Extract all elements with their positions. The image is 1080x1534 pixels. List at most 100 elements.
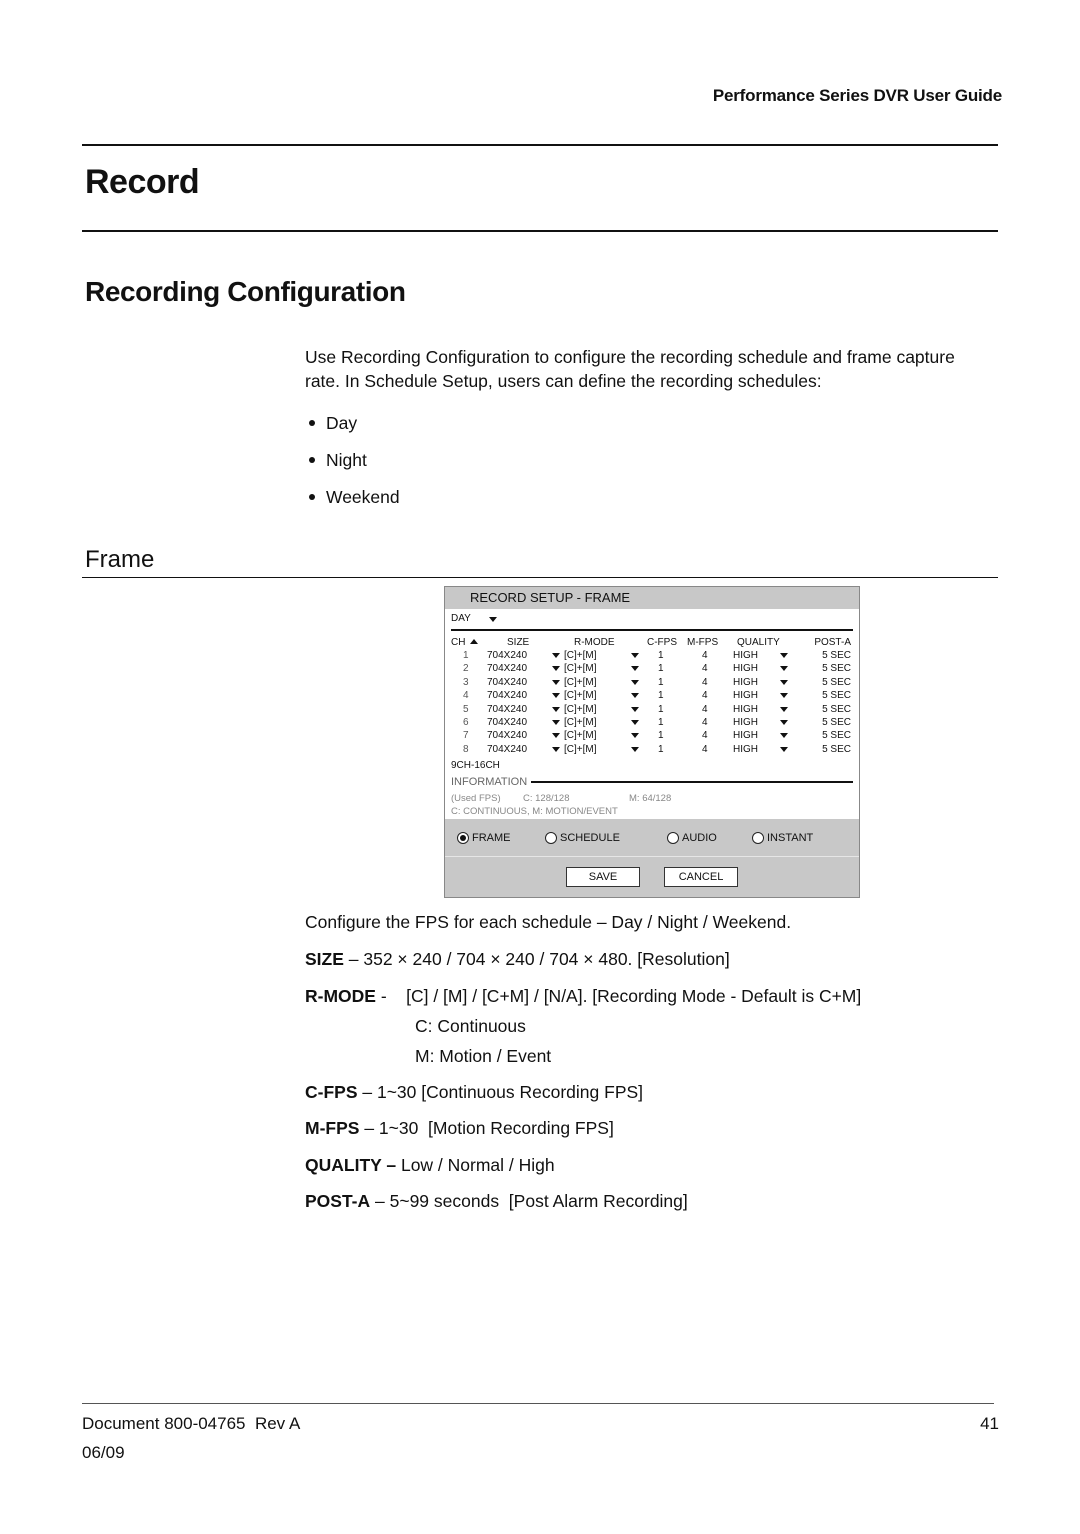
sort-up-icon[interactable] xyxy=(470,639,479,644)
size-value[interactable]: 704X240 xyxy=(487,649,527,662)
quality-dropdown-arrow-icon[interactable] xyxy=(780,720,788,725)
mfps-value[interactable]: 4 xyxy=(702,729,708,742)
tab-frame[interactable]: FRAME xyxy=(457,832,511,844)
quality-value[interactable]: HIGH xyxy=(733,743,758,756)
channel-number: 1 xyxy=(463,650,469,661)
mfps-value[interactable]: 4 xyxy=(702,662,708,675)
section-intro: Use Recording Configuration to configure… xyxy=(305,347,955,391)
size-value[interactable]: 704X240 xyxy=(487,729,527,742)
posta-value[interactable]: 5 SEC xyxy=(822,716,851,729)
rmode-dropdown-arrow-icon[interactable] xyxy=(631,746,639,752)
size-value[interactable]: 704X240 xyxy=(487,743,527,756)
cfps-value[interactable]: 1 xyxy=(658,729,664,742)
size-dropdown-arrow-icon[interactable] xyxy=(552,679,560,685)
dropdown-arrow-icon[interactable] xyxy=(488,616,497,622)
cfps-value[interactable]: 1 xyxy=(658,743,664,756)
schedule-select[interactable]: DAY xyxy=(445,609,859,629)
posta-value[interactable]: 5 SEC xyxy=(822,729,851,742)
size-dropdown-arrow-icon[interactable] xyxy=(552,666,560,672)
rmode-dropdown-arrow-icon[interactable] xyxy=(631,720,639,725)
quality-value[interactable]: HIGH xyxy=(733,662,758,675)
mfps-value[interactable]: 4 xyxy=(702,649,708,662)
rmode-dropdown-arrow-icon[interactable] xyxy=(631,653,639,658)
cfps-value[interactable]: 1 xyxy=(658,703,664,716)
cfps-value[interactable]: 1 xyxy=(658,662,664,675)
mfps-value[interactable]: 4 xyxy=(702,703,708,716)
tab-audio[interactable]: AUDIO xyxy=(667,832,717,844)
quality-dropdown-arrow-icon[interactable] xyxy=(780,679,788,685)
save-button[interactable]: SAVE xyxy=(566,867,640,887)
radio-icon[interactable] xyxy=(667,832,679,844)
cancel-button[interactable]: CANCEL xyxy=(664,867,738,887)
rmode-value[interactable]: [C]+[M] xyxy=(564,743,597,756)
cfps-value[interactable]: 1 xyxy=(658,689,664,702)
quality-value[interactable]: HIGH xyxy=(733,649,758,662)
size-value[interactable]: 704X240 xyxy=(487,662,527,675)
radio-icon[interactable] xyxy=(752,832,764,844)
rmode-value[interactable]: [C]+[M] xyxy=(564,649,597,662)
cfps-value[interactable]: 1 xyxy=(658,676,664,689)
cfps-value[interactable]: 1 xyxy=(658,716,664,729)
posta-value[interactable]: 5 SEC xyxy=(822,743,851,756)
size-value[interactable]: 704X240 xyxy=(487,689,527,702)
quality-value[interactable]: HIGH xyxy=(733,703,758,716)
column-header-ch[interactable]: CH xyxy=(451,636,479,649)
list-item: Night xyxy=(305,441,400,478)
quality-dropdown-arrow-icon[interactable] xyxy=(780,653,788,658)
radio-icon[interactable] xyxy=(545,832,557,844)
posta-value[interactable]: 5 SEC xyxy=(822,689,851,702)
size-dropdown-arrow-icon[interactable] xyxy=(552,693,560,699)
rmode-dropdown-arrow-icon[interactable] xyxy=(631,706,639,712)
quality-dropdown-arrow-icon[interactable] xyxy=(780,733,788,739)
rmode-value[interactable]: [C]+[M] xyxy=(564,729,597,742)
size-dropdown-arrow-icon[interactable] xyxy=(552,706,560,712)
size-value[interactable]: 704X240 xyxy=(487,703,527,716)
rmode-value[interactable]: [C]+[M] xyxy=(564,689,597,702)
table-row: 7 704X240 [C]+[M] 1 4 HIGH 5 SEC xyxy=(445,729,859,742)
rmode-value[interactable]: [C]+[M] xyxy=(564,662,597,675)
size-value[interactable]: 704X240 xyxy=(487,676,527,689)
rmode-dropdown-arrow-icon[interactable] xyxy=(631,679,639,685)
tab-schedule[interactable]: SCHEDULE xyxy=(545,832,620,844)
rmode-dropdown-arrow-icon[interactable] xyxy=(631,666,639,672)
quality-dropdown-arrow-icon[interactable] xyxy=(780,706,788,712)
rmode-motion: M: Motion / Event xyxy=(415,1046,552,1066)
rmode-value[interactable]: [C]+[M] xyxy=(564,716,597,729)
rmode-dropdown-arrow-icon[interactable] xyxy=(631,693,639,699)
size-dropdown-arrow-icon[interactable] xyxy=(552,720,560,725)
size-value[interactable]: 704X240 xyxy=(487,716,527,729)
mfps-value[interactable]: 4 xyxy=(702,676,708,689)
quality-value[interactable]: HIGH xyxy=(733,676,758,689)
quality-dropdown-arrow-icon[interactable] xyxy=(780,693,788,699)
table-row: 2 704X240 [C]+[M] 1 4 HIGH 5 SEC xyxy=(445,662,859,675)
description-mfps: M-FPS – 1~30 [Motion Recording FPS] xyxy=(305,1118,614,1138)
mfps-value[interactable]: 4 xyxy=(702,716,708,729)
size-dropdown-arrow-icon[interactable] xyxy=(552,733,560,739)
rmode-value[interactable]: [C]+[M] xyxy=(564,703,597,716)
page-9-16-link[interactable]: 9CH-16CH xyxy=(451,760,500,771)
description-rmode: R-MODE - [C] / [M] / [C+M] / [N/A]. [Rec… xyxy=(305,986,862,1006)
size-dropdown-arrow-icon[interactable] xyxy=(552,653,560,658)
mfps-value[interactable]: 4 xyxy=(702,743,708,756)
quality-value[interactable]: HIGH xyxy=(733,716,758,729)
quality-dropdown-arrow-icon[interactable] xyxy=(780,746,788,752)
mfps-value[interactable]: 4 xyxy=(702,689,708,702)
posta-value[interactable]: 5 SEC xyxy=(822,649,851,662)
quality-value[interactable]: HIGH xyxy=(733,729,758,742)
posta-value[interactable]: 5 SEC xyxy=(822,676,851,689)
channel-number: 3 xyxy=(463,676,469,688)
quality-value[interactable]: HIGH xyxy=(733,689,758,702)
posta-value[interactable]: 5 SEC xyxy=(822,662,851,675)
column-header-rmode: R-MODE xyxy=(574,637,615,648)
posta-value[interactable]: 5 SEC xyxy=(822,703,851,716)
tab-instant[interactable]: INSTANT xyxy=(752,832,813,844)
cfps-value[interactable]: 1 xyxy=(658,649,664,662)
radio-selected-icon[interactable] xyxy=(457,832,469,844)
rmode-value[interactable]: [C]+[M] xyxy=(564,676,597,689)
rmode-dropdown-arrow-icon[interactable] xyxy=(631,733,639,739)
list-item: Weekend xyxy=(305,478,400,515)
quality-dropdown-arrow-icon[interactable] xyxy=(780,666,788,672)
size-dropdown-arrow-icon[interactable] xyxy=(552,746,560,752)
schedule-select-value: DAY xyxy=(451,613,471,624)
bullet-icon xyxy=(309,493,315,500)
